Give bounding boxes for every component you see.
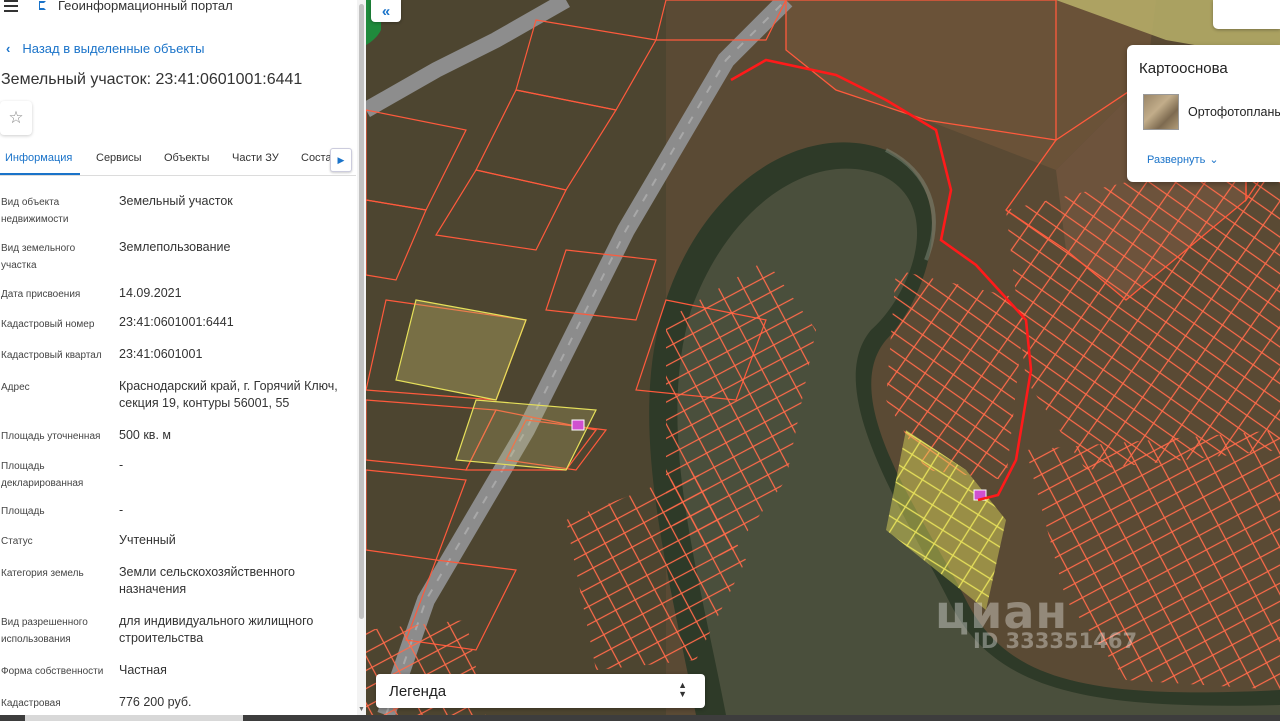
attr-value: 776 200 руб.	[119, 695, 192, 709]
panel-scrollbar[interactable]: ▼	[357, 0, 366, 715]
hamburger-icon[interactable]	[4, 0, 18, 12]
tab-bar: Информация Сервисы Объекты Части ЗУ Сост…	[0, 146, 356, 176]
info-panel: Геоинформационный портал ‹ Назад в выдел…	[0, 0, 366, 721]
attr-label: Кадастровая	[1, 698, 61, 709]
attr-value: Учтенный	[119, 533, 176, 547]
basemap-expand-label: Развернуть	[1147, 154, 1206, 166]
scrollbar-thumb[interactable]	[359, 4, 364, 619]
attr-value: -	[119, 503, 124, 517]
page-title: Земельный участок: 23:41:0601001:6441	[1, 71, 303, 88]
attr-label: Вид объекта недвижимости	[1, 197, 69, 225]
attr-value: Земельный участок	[119, 194, 233, 208]
collapse-panel-button[interactable]: «	[371, 0, 401, 22]
double-chevron-left-icon: «	[381, 2, 391, 20]
attr-value: Землепользование	[119, 240, 231, 254]
attr-value: Частная	[119, 663, 167, 677]
basemap-title: Картооснова	[1139, 60, 1228, 77]
attr-label: Категория земель	[1, 568, 84, 579]
attr-label: Площадь декларированная	[1, 461, 84, 489]
attr-label: Площадь	[1, 506, 45, 517]
scrollbar-thumb[interactable]	[25, 715, 243, 721]
star-icon: ☆	[8, 108, 24, 127]
attr-value: -	[119, 458, 124, 472]
bottom-scrollbar[interactable]	[0, 715, 1280, 721]
attr-label: Статус	[1, 536, 33, 547]
attr-value: для индивидуального жилищного строительс…	[119, 614, 314, 645]
attr-value: 23:41:0601001:6441	[119, 315, 234, 329]
basemap-selected[interactable]: Ортофотопланы	[1188, 105, 1280, 119]
attr-value: Краснодарский край, г. Горячий Ключ, сек…	[119, 379, 338, 410]
tab-info[interactable]: Информация	[5, 152, 72, 164]
top-bar: Геоинформационный портал	[0, 0, 366, 14]
chevron-left-icon: ‹	[6, 41, 11, 56]
chevron-right-icon: ▶	[337, 154, 345, 165]
basemap-expand-link[interactable]: Развернуть ⌄	[1143, 153, 1219, 166]
tab-parts[interactable]: Части ЗУ	[232, 152, 279, 164]
chevron-down-icon: ⌄	[1209, 154, 1219, 166]
scroll-down-icon[interactable]: ▼	[358, 706, 365, 713]
basemap-panel: Картооснова Ортофотопланы Развернуть ⌄	[1127, 45, 1280, 182]
attr-label: Адрес	[1, 382, 30, 393]
tab-objects[interactable]: Объекты	[164, 152, 209, 164]
attr-label: Площадь уточненная	[1, 431, 101, 442]
attr-value: 23:41:0601001	[119, 347, 203, 361]
tab-scroll-button[interactable]: ▶	[330, 148, 352, 172]
basemap-thumbnail[interactable]	[1143, 94, 1179, 130]
favorite-button[interactable]: ☆	[0, 101, 32, 135]
attr-label: Дата присвоения	[1, 289, 81, 300]
back-link-label: Назад в выделенные объекты	[22, 41, 205, 56]
tab-composition[interactable]: Соста	[301, 152, 332, 164]
watermark: циан ID 333351467	[935, 585, 1137, 653]
attr-value: 500 кв. м	[119, 428, 171, 442]
attr-value: 14.09.2021	[119, 286, 182, 300]
back-link[interactable]: ‹ Назад в выделенные объекты	[6, 41, 204, 56]
legend-toggle[interactable]: Легенда ▲ ▼	[376, 674, 705, 708]
attr-label: Кадастровый номер	[1, 319, 95, 330]
active-tab-indicator	[0, 173, 80, 175]
watermark-id: ID 333351467	[973, 629, 1138, 653]
attr-label: Форма собственности	[1, 666, 104, 677]
attr-value: Земли сельскохозяйственного назначения	[119, 565, 295, 596]
attr-label: Кадастровый квартал	[1, 350, 102, 361]
portal-logo-icon	[39, 1, 46, 10]
legend-label: Легенда	[389, 683, 447, 700]
map-toolbar-box[interactable]	[1213, 0, 1280, 29]
app-title: Геоинформационный портал	[58, 0, 233, 13]
attr-label: Вид земельного участка	[1, 243, 76, 271]
sort-arrows-icon: ▲ ▼	[678, 680, 687, 699]
attr-label: Вид разрешенного использования	[1, 617, 88, 645]
tab-services[interactable]: Сервисы	[96, 152, 142, 164]
